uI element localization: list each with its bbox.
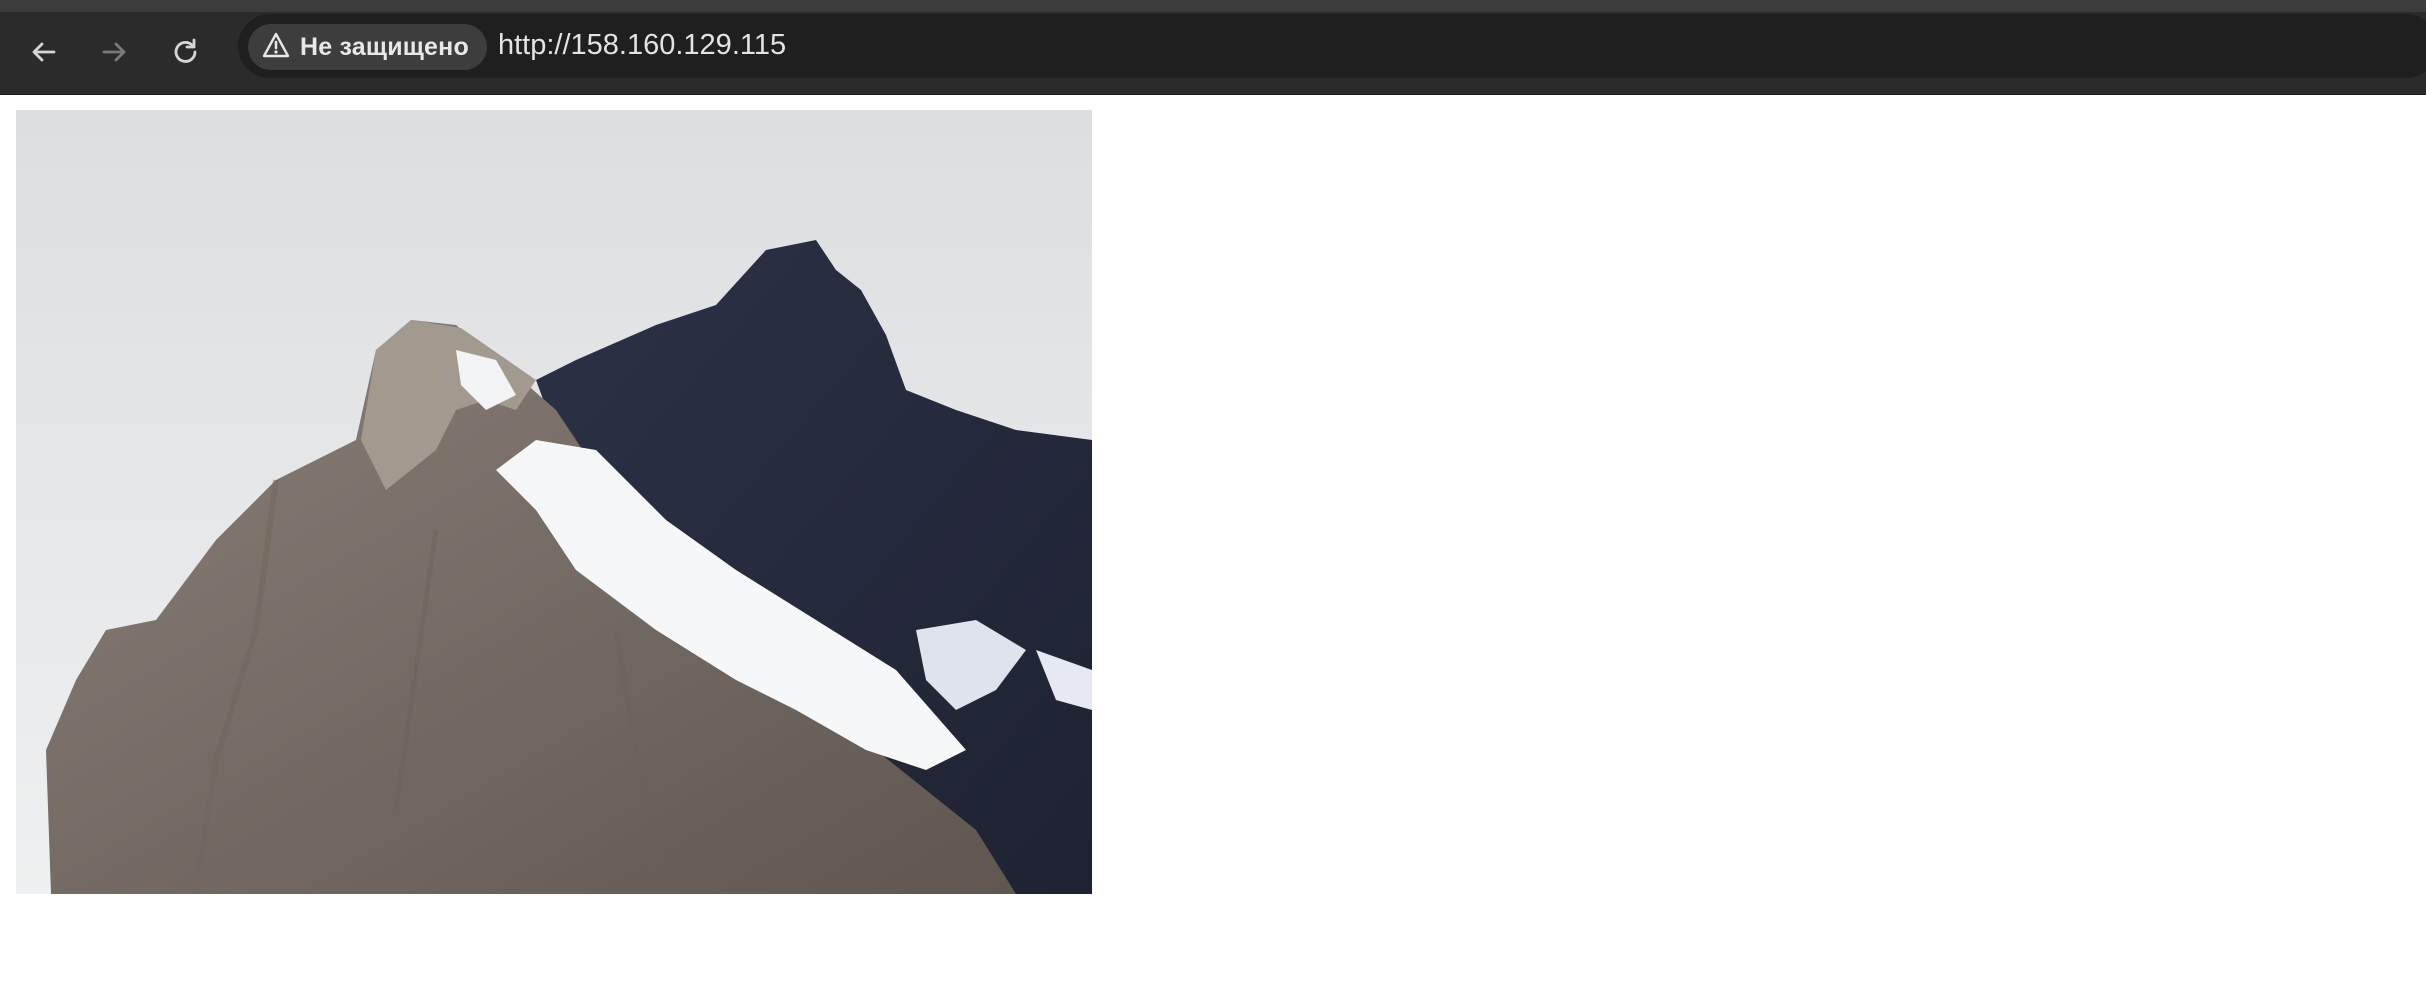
page-content — [0, 95, 2426, 982]
address-bar[interactable]: Не защищено http://158.160.129.115 — [238, 14, 2426, 78]
forward-button[interactable] — [88, 26, 140, 78]
browser-toolbar: Не защищено http://158.160.129.115 — [0, 12, 2426, 95]
reload-button[interactable] — [160, 26, 212, 78]
window-top-strip — [0, 0, 2426, 12]
back-button[interactable] — [18, 26, 70, 78]
url-text[interactable]: http://158.160.129.115 — [498, 29, 786, 62]
reload-icon — [171, 37, 201, 67]
arrow-left-icon — [29, 37, 59, 67]
mountain-peak-photo — [16, 110, 1092, 894]
warning-triangle-icon — [262, 32, 290, 63]
arrow-right-icon — [99, 37, 129, 67]
security-label: Не защищено — [300, 32, 469, 61]
security-status-chip[interactable]: Не защищено — [248, 24, 487, 70]
